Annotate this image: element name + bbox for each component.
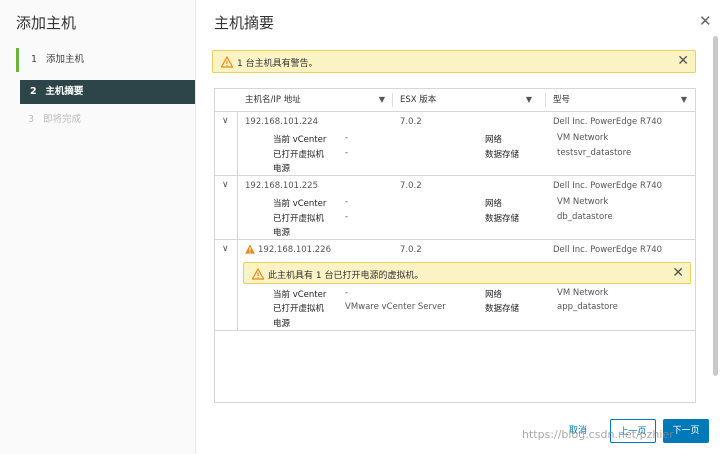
column-separator[interactable] — [392, 93, 393, 107]
step-add-host[interactable]: 1 添加主机 — [16, 48, 196, 72]
datastore-value: db_datastore — [557, 212, 613, 222]
network-label: 网络 — [485, 290, 503, 300]
divider — [237, 176, 238, 239]
column-header-esx-version[interactable]: ESX 版本 ▼ — [400, 89, 540, 111]
chevron-down-icon[interactable]: ∨ — [222, 244, 229, 254]
step-label: 即将完成 — [43, 114, 82, 125]
step-host-summary[interactable]: 2 主机摘要 — [20, 80, 195, 104]
warning-alert: 1 台主机具有警告。 ✕ — [212, 50, 696, 73]
vcenter-value: - — [345, 288, 349, 298]
esx-version: 7.0.2 — [400, 117, 422, 127]
warning-icon — [245, 244, 255, 254]
esx-version: 7.0.2 — [400, 181, 422, 191]
host-datagrid: 主机名/IP 地址 ▼ ESX 版本 ▼ 型号 ▼ ∨ 192.168.101.… — [214, 88, 696, 403]
powered-vms-value: VMware vCenter Server — [345, 302, 446, 312]
power-label: 电源 — [273, 164, 291, 174]
host-warning-text: 此主机具有 1 台已打开电源的虚拟机。 — [268, 271, 424, 281]
esx-version: 7.0.2 — [400, 245, 422, 255]
filter-icon[interactable]: ▼ — [379, 89, 385, 111]
host-row: ∨ 192.168.101.224 7.0.2 Dell Inc. PowerE… — [215, 112, 695, 176]
network-value: VM Network — [557, 197, 609, 207]
powered-vms-label: 已打开虚拟机 — [273, 214, 325, 224]
step-number: 3 — [28, 114, 35, 125]
column-label: 主机名/IP 地址 — [245, 95, 301, 105]
vcenter-label: 当前 vCenter — [273, 135, 327, 145]
step-ready-to-complete: 3 即将完成 — [16, 108, 196, 132]
power-label: 电源 — [273, 228, 291, 238]
host-model: Dell Inc. PowerEdge R740 — [553, 181, 663, 191]
datastore-label: 数据存储 — [485, 214, 520, 224]
alert-text: 1 台主机具有警告。 — [237, 59, 318, 69]
host-ip: 192.168.101.226 — [258, 245, 332, 255]
power-label: 电源 — [273, 319, 291, 329]
warning-icon — [252, 268, 264, 280]
datastore-label: 数据存储 — [485, 304, 520, 314]
close-icon[interactable]: ✕ — [677, 53, 689, 69]
filter-icon[interactable]: ▼ — [681, 89, 687, 111]
host-ip: 192.168.101.225 — [245, 181, 319, 191]
network-value: VM Network — [557, 133, 609, 143]
powered-vms-label: 已打开虚拟机 — [273, 150, 325, 160]
page-title: 主机摘要 — [214, 14, 275, 32]
divider — [237, 240, 238, 330]
host-model: Dell Inc. PowerEdge R740 — [553, 245, 663, 255]
column-header-model[interactable]: 型号 ▼ — [553, 89, 695, 111]
watermark: https://blog.csdn.net/pzhier — [522, 428, 674, 441]
divider — [237, 112, 238, 175]
step-number: 2 — [30, 86, 37, 97]
vcenter-value: - — [345, 133, 349, 143]
wizard-sidebar: 添加主机 1 添加主机 2 主机摘要 3 即将完成 — [0, 0, 196, 454]
filter-icon[interactable]: ▼ — [526, 89, 532, 111]
step-number: 1 — [31, 54, 38, 65]
powered-vms-value: - — [345, 212, 349, 222]
step-label: 主机摘要 — [45, 86, 84, 97]
column-header-host[interactable]: 主机名/IP 地址 ▼ — [245, 89, 393, 111]
datastore-value: testsvr_datastore — [557, 148, 632, 158]
datastore-value: app_datastore — [557, 302, 618, 312]
network-label: 网络 — [485, 135, 503, 145]
network-value: VM Network — [557, 288, 609, 298]
close-icon[interactable]: ✕ — [699, 14, 712, 29]
step-label: 添加主机 — [46, 54, 85, 65]
scrollbar[interactable] — [713, 36, 718, 376]
column-separator[interactable] — [545, 93, 546, 107]
chevron-down-icon[interactable]: ∨ — [222, 116, 229, 126]
datagrid-header: 主机名/IP 地址 ▼ ESX 版本 ▼ 型号 ▼ — [215, 89, 695, 112]
chevron-down-icon[interactable]: ∨ — [222, 180, 229, 190]
host-warning-alert: 此主机具有 1 台已打开电源的虚拟机。 ✕ — [243, 262, 691, 284]
host-row: ∨ 192.168.101.225 7.0.2 Dell Inc. PowerE… — [215, 176, 695, 240]
vcenter-label: 当前 vCenter — [273, 199, 327, 209]
powered-vms-value: - — [345, 148, 349, 158]
powered-vms-label: 已打开虚拟机 — [273, 304, 325, 314]
network-label: 网络 — [485, 199, 503, 209]
datastore-label: 数据存储 — [485, 150, 520, 160]
host-row: ∨ 192.168.101.226 7.0.2 Dell Inc. PowerE… — [215, 240, 695, 331]
warning-icon — [221, 56, 233, 68]
vcenter-value: - — [345, 197, 349, 207]
column-label: ESX 版本 — [400, 95, 437, 105]
host-ip: 192.168.101.224 — [245, 117, 319, 127]
column-label: 型号 — [553, 95, 571, 105]
vcenter-label: 当前 vCenter — [273, 290, 327, 300]
close-icon[interactable]: ✕ — [672, 265, 684, 281]
wizard-title: 添加主机 — [16, 14, 77, 32]
host-model: Dell Inc. PowerEdge R740 — [553, 117, 663, 127]
